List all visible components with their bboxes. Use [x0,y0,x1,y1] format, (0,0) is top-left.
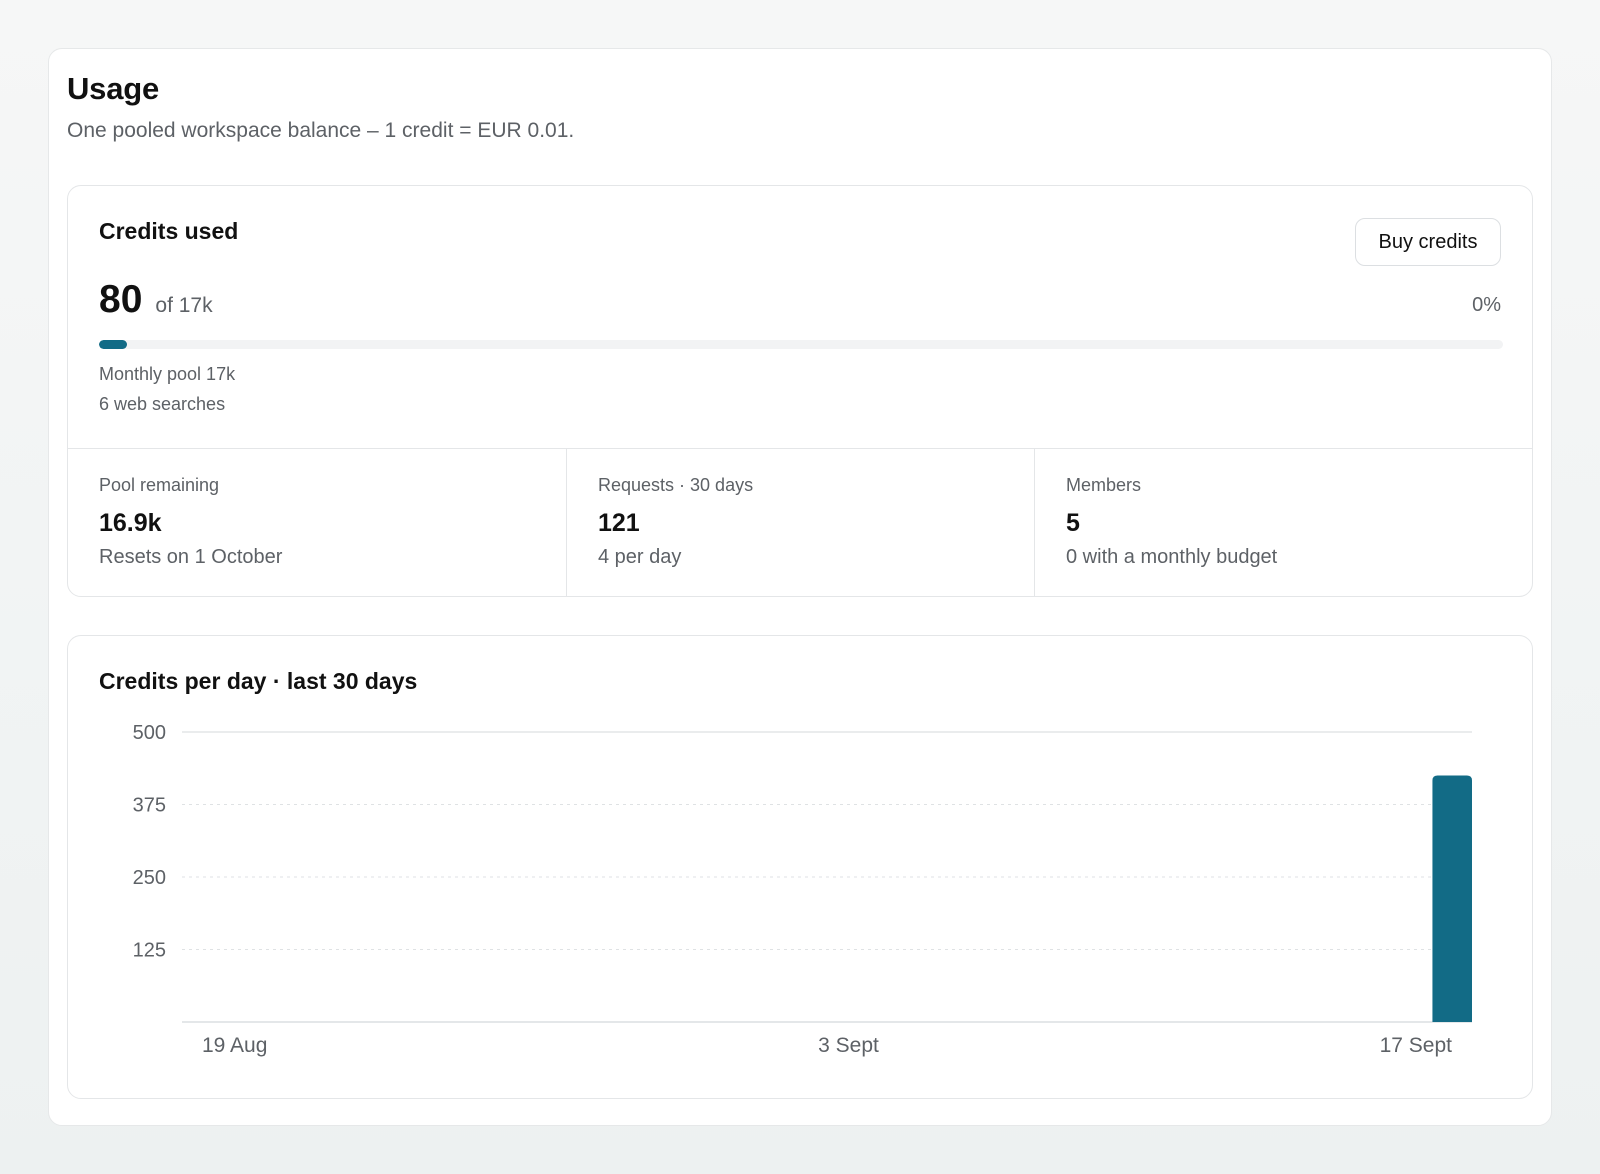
x-tick-label: 19 Aug [202,1034,267,1057]
stat-label: Requests · 30 days [598,475,754,495]
stat-label: Members [1066,475,1142,495]
stat-value: 5 [1066,509,1080,537]
stat-members: Members 5 0 with a monthly budget [1034,449,1532,597]
stat-value: 121 [598,509,640,537]
credits-total-label: of 17k [155,294,213,317]
credits-used-title: Credits used [99,218,239,244]
y-tick-label: 250 [133,867,166,889]
usage-panel: Usage One pooled workspace balance – 1 c… [48,48,1552,1126]
credits-usage-summary: 80 of 17k [99,278,213,322]
y-tick-label: 500 [133,722,166,744]
buy-credits-button[interactable]: Buy credits [1355,218,1501,266]
stat-subtext: 0 with a monthly budget [1066,546,1278,568]
stat-subtext: 4 per day [598,546,682,568]
stat-label: Pool remaining [99,475,220,495]
stat-pool-remaining: Pool remaining 16.9k Resets on 1 October [68,449,566,597]
web-searches-label: 6 web searches [99,394,226,414]
credits-per-day-chart: 125 250 375 500 19 Aug 3 Sept 17 Sept [133,722,1472,1057]
credits-progress-fill [99,340,127,349]
credits-per-day-card: Credits per day · last 30 days 125 250 375… [67,635,1533,1099]
credits-used-card: Credits used Buy credits 80 of 17k 0% Mo… [67,185,1533,597]
page-title: Usage [67,71,160,106]
credits-progress-bar [99,340,1503,349]
stat-requests: Requests · 30 days 121 4 per day [566,449,1034,597]
monthly-pool-label: Monthly pool 17k [99,364,236,384]
credits-used-value: 80 [99,278,143,321]
chart-bar [1432,775,1472,1022]
stat-value: 16.9k [99,509,162,537]
y-tick-label: 375 [133,795,166,817]
stats-row: Pool remaining 16.9k Resets on 1 October… [68,448,1532,597]
page-subtitle: One pooled workspace balance – 1 credit … [67,119,575,142]
x-tick-label: 17 Sept [1380,1034,1453,1057]
y-tick-label: 125 [133,940,166,962]
credits-used-percent: 0% [1472,294,1501,316]
stat-subtext: Resets on 1 October [99,546,283,568]
x-tick-label: 3 Sept [818,1034,879,1057]
